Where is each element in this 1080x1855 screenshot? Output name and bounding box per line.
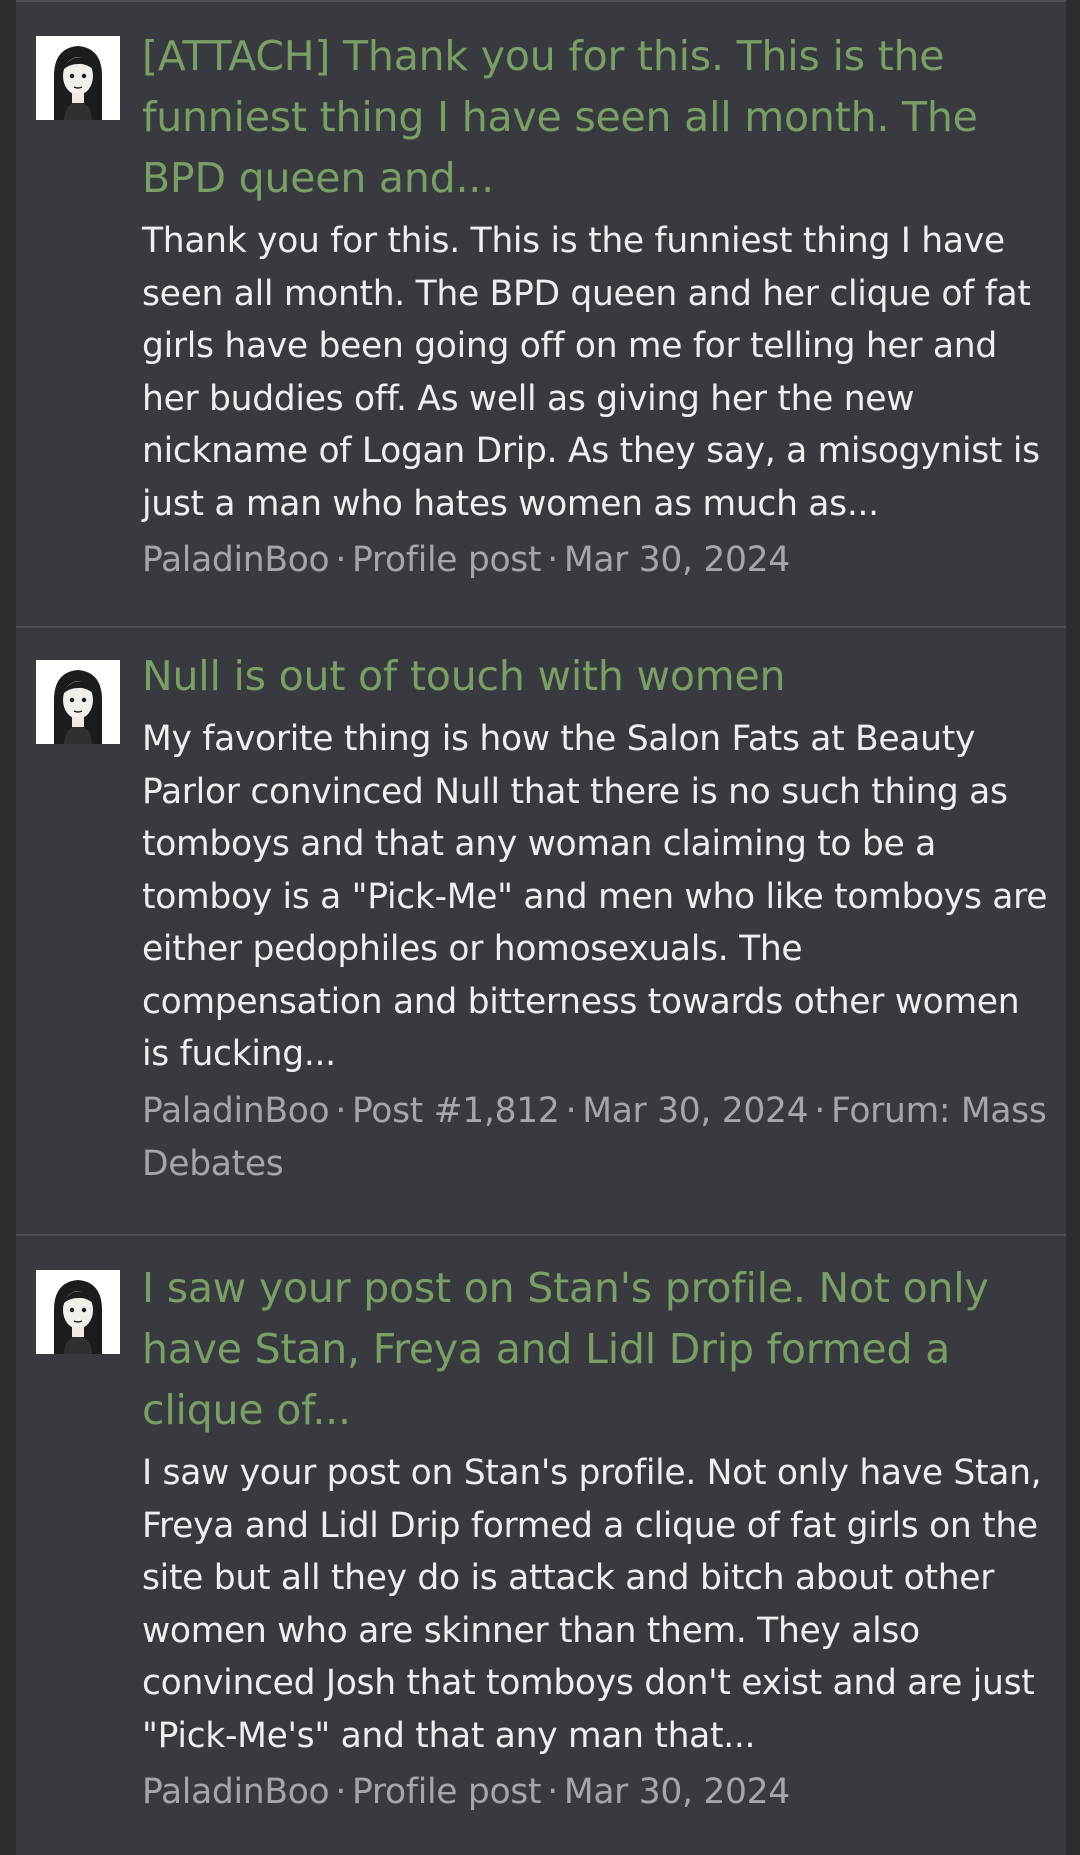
- avatar-drawing-icon: [36, 36, 120, 120]
- search-result-item: [ATTACH] Thank you for this. This is the…: [16, 0, 1066, 626]
- result-snippet: I saw your post on Stan's profile. Not o…: [142, 1453, 1042, 1756]
- result-title-link[interactable]: [ATTACH] Thank you for this. This is the…: [142, 26, 1050, 209]
- user-avatar[interactable]: [36, 36, 120, 120]
- result-title-link[interactable]: Null is out of touch with women: [142, 646, 1050, 707]
- meta-separator: ·: [335, 540, 347, 580]
- search-result-item: Null is out of touch with women My favor…: [16, 626, 1066, 1234]
- post-date: Mar 30, 2024: [563, 1772, 790, 1812]
- avatar-drawing-icon: [36, 1270, 120, 1354]
- content-type: Profile post: [352, 1772, 542, 1812]
- forum-label: Forum:: [831, 1090, 951, 1131]
- meta-separator: ·: [335, 1090, 347, 1131]
- user-avatar[interactable]: [36, 1270, 120, 1354]
- meta-separator: ·: [547, 540, 558, 580]
- result-meta: PaladinBoo · Profile post · Mar 30, 2024: [142, 534, 1050, 587]
- content-type: Post #1,812: [352, 1090, 560, 1131]
- result-meta: PaladinBoo · Post #1,812 · Mar 30, 2024 · Foru…: [142, 1085, 1050, 1191]
- user-avatar[interactable]: [36, 660, 120, 744]
- result-snippet: Thank you for this. This is the funniest…: [142, 221, 1040, 524]
- search-results-list: [ATTACH] Thank you for this. This is the…: [0, 0, 1080, 1855]
- meta-separator: ·: [547, 1772, 558, 1812]
- avatar-drawing-icon: [36, 660, 120, 744]
- search-result-item: I saw your post on Stan's profile. Not o…: [16, 1234, 1066, 1855]
- author-link[interactable]: PaladinBoo: [142, 1091, 330, 1131]
- content-type: Profile post: [352, 540, 542, 580]
- meta-separator: ·: [335, 1772, 347, 1812]
- author-link[interactable]: PaladinBoo: [142, 1772, 330, 1812]
- result-meta: PaladinBoo · Profile post · Mar 30, 2024: [142, 1766, 1050, 1819]
- result-title-link[interactable]: I saw your post on Stan's profile. Not o…: [142, 1258, 1050, 1441]
- meta-separator: ·: [565, 1090, 577, 1131]
- meta-separator: ·: [814, 1090, 825, 1131]
- post-date: Mar 30, 2024: [563, 540, 790, 580]
- author-link[interactable]: PaladinBoo: [142, 540, 330, 580]
- post-date: Mar 30, 2024: [582, 1090, 809, 1131]
- result-snippet: My favorite thing is how the Salon Fats …: [142, 719, 1048, 1074]
